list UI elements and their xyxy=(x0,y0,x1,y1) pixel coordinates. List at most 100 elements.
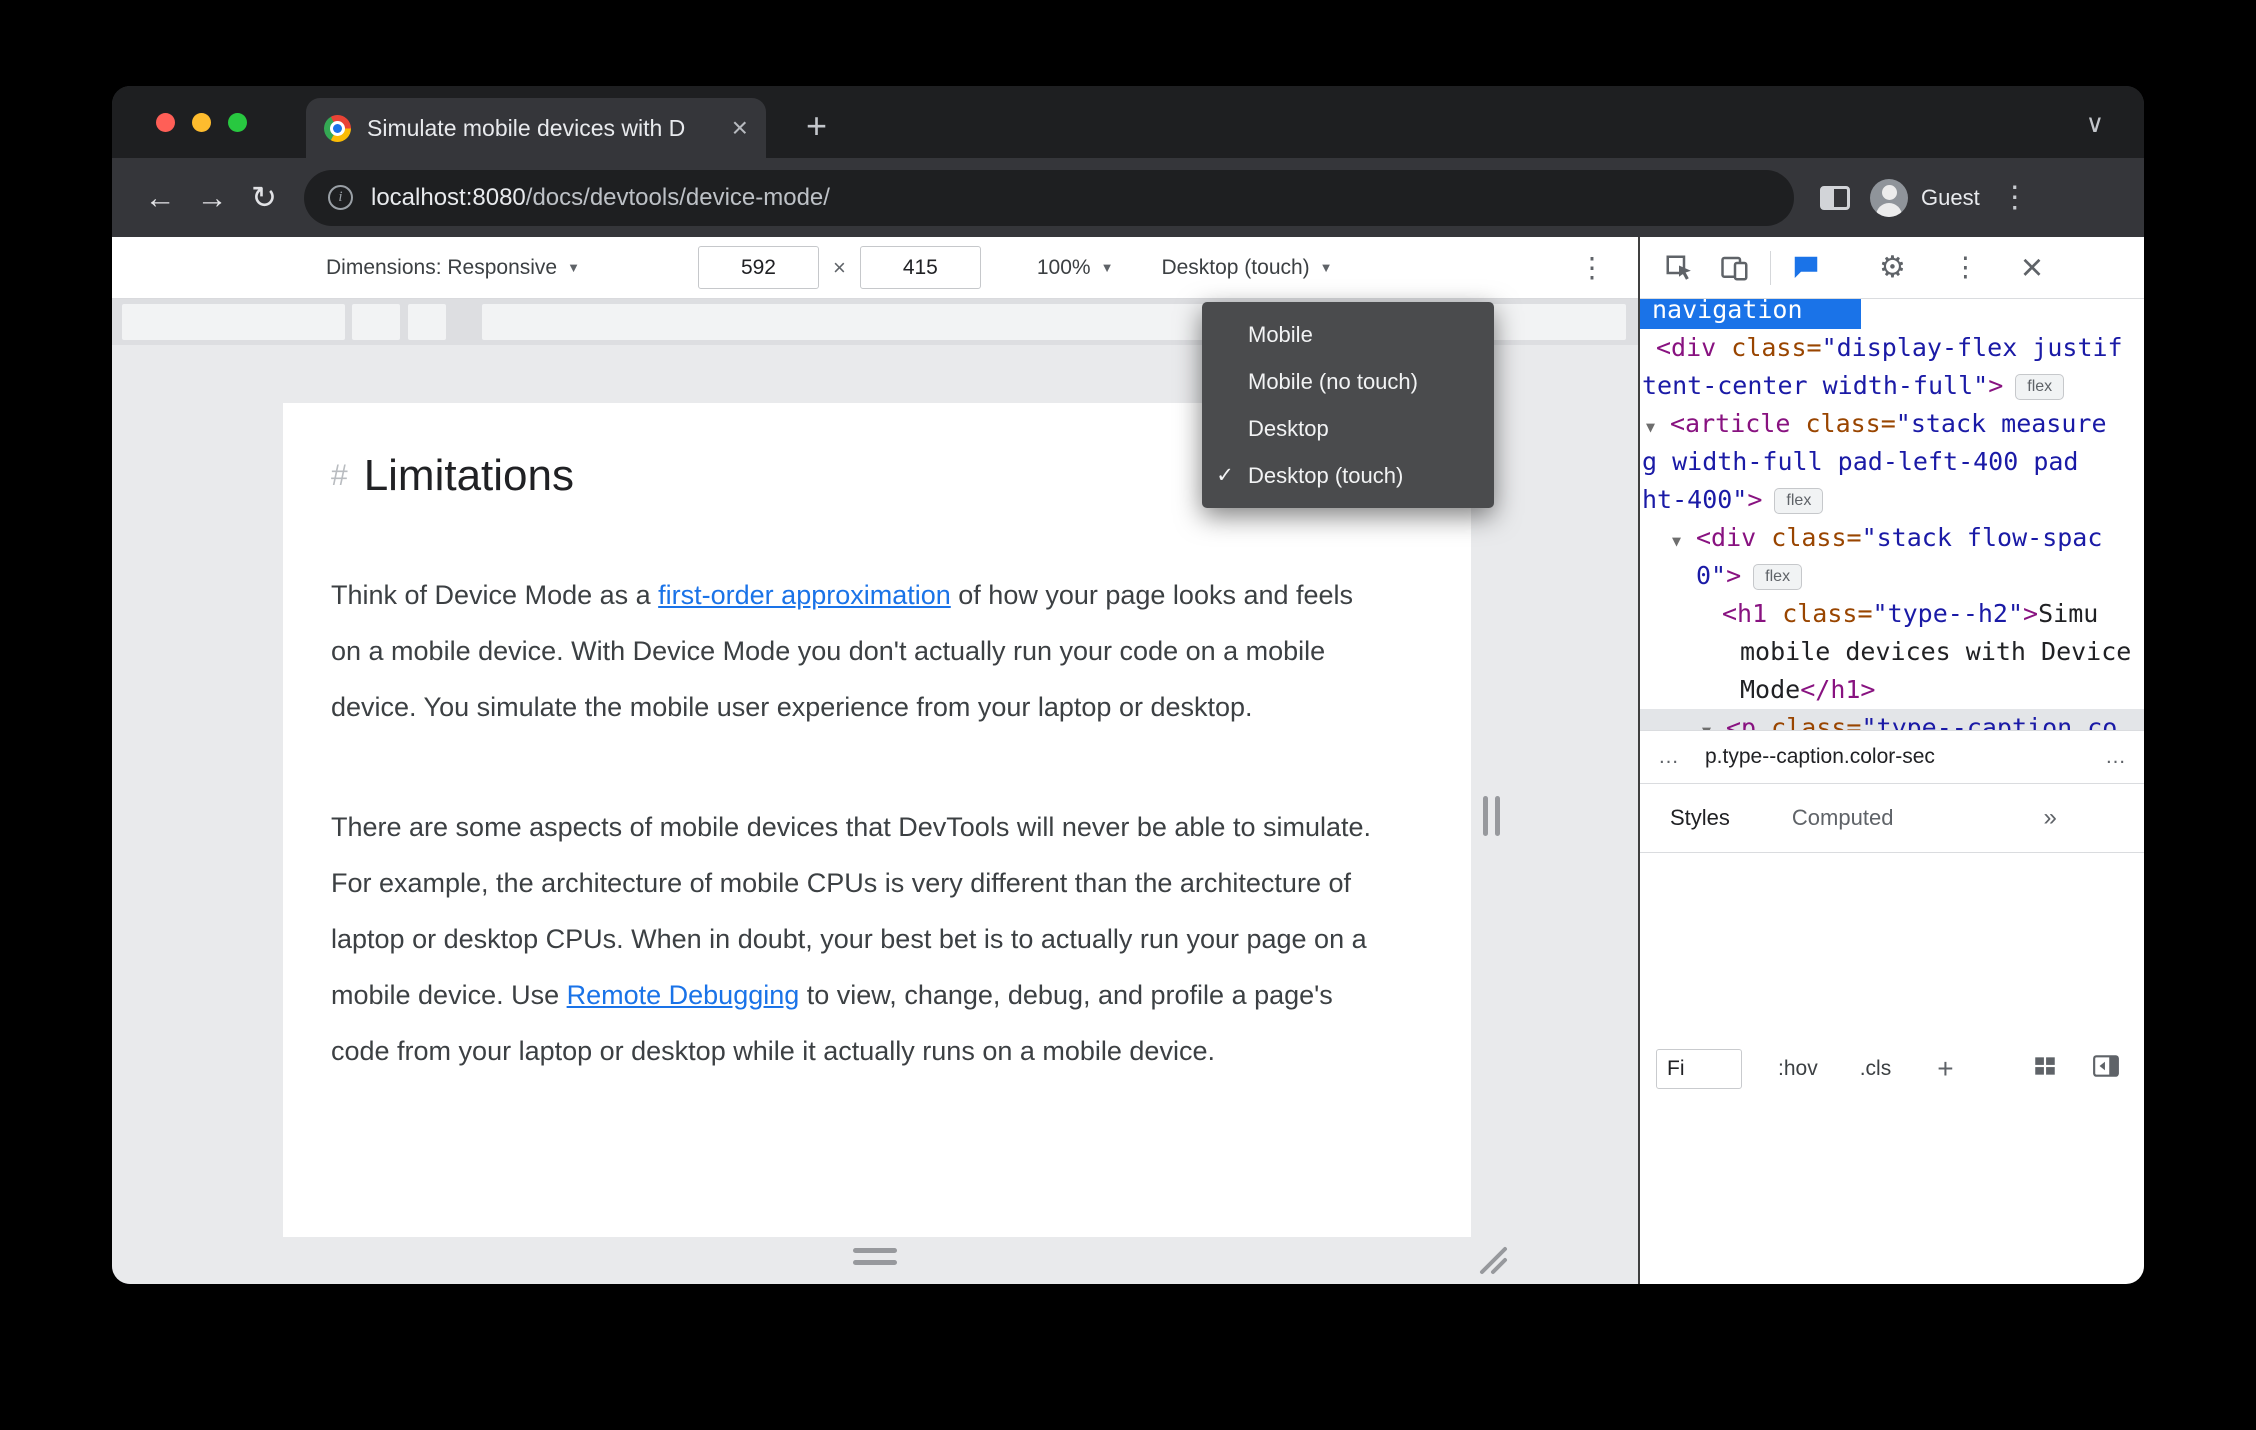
settings-gear-icon[interactable]: ⚙ xyxy=(1879,252,1906,283)
dom-tree-node[interactable]: <h1 class="type--h2">Simu xyxy=(1640,595,2144,633)
forward-button[interactable]: → xyxy=(186,180,238,216)
browser-menu-icon[interactable]: ⋮ xyxy=(2000,180,2030,215)
code-segment: ht-400" xyxy=(1642,485,1748,514)
tab-computed[interactable]: Computed xyxy=(1792,805,1894,831)
dimensions-times-separator: × xyxy=(832,254,846,280)
reload-button[interactable]: ↻ xyxy=(238,180,290,216)
device-menu-item-desktop-touch[interactable]: ✓ Desktop (touch) xyxy=(1202,452,1494,499)
styles-filter-input[interactable] xyxy=(1656,1048,1742,1089)
code-segment: class= xyxy=(1790,409,1896,438)
device-toolbar: Dimensions: Responsive ▼ × 100% ▼ Deskto… xyxy=(112,237,1638,299)
dom-tree-node[interactable]: 0"> flex xyxy=(1640,557,2144,595)
devtools-menu-icon[interactable]: ⋮ xyxy=(1952,254,1979,281)
expand-arrow-icon[interactable]: ▼ xyxy=(1702,712,1726,730)
flex-badge[interactable]: flex xyxy=(1753,564,1803,590)
viewport-height-resize-handle[interactable] xyxy=(853,1248,897,1265)
toggle-device-toolbar-icon[interactable] xyxy=(1720,253,1750,283)
profile-name: Guest xyxy=(1921,184,1980,210)
avatar xyxy=(1870,178,1908,217)
code-segment: mobile devices with Device xyxy=(1740,637,2132,666)
device-menu-item-label: Mobile xyxy=(1248,321,1313,347)
site-info-icon[interactable]: i xyxy=(328,185,353,210)
code-segment: > xyxy=(2023,599,2039,628)
zoom-window-button[interactable] xyxy=(228,113,247,132)
dom-tree-node[interactable]: ▼ <article class="stack measure xyxy=(1640,405,2144,443)
side-panel-icon[interactable] xyxy=(1820,185,1850,210)
viewport-width-resize-handle[interactable] xyxy=(1483,796,1500,836)
flex-badge[interactable]: flex xyxy=(2015,374,2065,400)
close-devtools-icon[interactable]: × xyxy=(2021,249,2043,287)
device-menu-item-desktop[interactable]: Desktop xyxy=(1202,405,1494,452)
dom-tree-node[interactable]: tent-center width-full"> flex xyxy=(1640,367,2144,405)
ruler-segment xyxy=(122,304,345,340)
tab-styles[interactable]: Styles xyxy=(1670,805,1730,831)
new-style-rule-button[interactable]: + xyxy=(1937,1053,1953,1085)
address-bar[interactable]: i localhost:8080/docs/devtools/device-mo… xyxy=(304,169,1794,226)
code-segment: "type--caption co xyxy=(1861,713,2118,730)
heading-anchor-hash[interactable]: # xyxy=(331,459,348,493)
dom-node-selected-partial[interactable]: navigation xyxy=(1640,299,2144,329)
chrome-logo-icon xyxy=(324,114,351,142)
paragraph: Think of Device Mode as a first-order ap… xyxy=(331,567,1371,735)
profile-chip[interactable]: Guest xyxy=(1870,178,1980,217)
close-tab-icon[interactable]: × xyxy=(732,114,748,142)
inspect-element-icon[interactable] xyxy=(1664,253,1694,283)
breadcrumb-selected-node[interactable]: p.type--caption.color-sec xyxy=(1705,745,1935,769)
element-classes-button[interactable]: .cls xyxy=(1860,1057,1892,1081)
url-host: localhost:8080 xyxy=(371,183,526,211)
dock-side-icon[interactable] xyxy=(2092,1053,2120,1085)
code-segment: class= xyxy=(1767,599,1873,628)
tab-title: Simulate mobile devices with D xyxy=(367,114,686,141)
code-segment: "type--h2" xyxy=(1872,599,2024,628)
dom-tree-node[interactable]: ▼ <div class="stack flow-spac xyxy=(1640,519,2144,557)
expand-arrow-icon[interactable]: ▼ xyxy=(1646,408,1670,443)
flex-badge[interactable]: flex xyxy=(1774,488,1824,514)
ruler-segment xyxy=(408,304,446,340)
device-type-select[interactable]: Desktop (touch) ▼ xyxy=(1161,256,1332,280)
styles-tab-bar: Styles Computed » xyxy=(1640,783,2144,852)
browser-tab[interactable]: Simulate mobile devices with D × xyxy=(306,98,766,158)
breadcrumb-overflow-left[interactable]: … xyxy=(1658,745,1679,769)
more-tabs-chevron-icon[interactable]: » xyxy=(2043,804,2056,832)
code-segment: class= xyxy=(1756,523,1862,552)
code-segment: > xyxy=(1726,561,1742,590)
dimensions-label: Dimensions: Responsive xyxy=(326,255,558,279)
console-messages-icon[interactable] xyxy=(1791,253,1821,283)
expand-arrow-icon[interactable]: ▼ xyxy=(1672,522,1696,557)
url-path: /docs/devtools/device-mode/ xyxy=(525,183,830,211)
device-menu-item-mobile-no-touch[interactable]: Mobile (no touch) xyxy=(1202,358,1494,405)
dom-tree-node[interactable]: Mode</h1> xyxy=(1640,671,2144,709)
device-menu-item-label: Desktop xyxy=(1248,415,1329,441)
doc-link[interactable]: Remote Debugging xyxy=(567,980,800,1010)
code-segment: <div xyxy=(1696,523,1757,552)
page-title: Limitations xyxy=(363,451,574,500)
minimize-window-button[interactable] xyxy=(192,113,211,132)
doc-text: Think of Device Mode as a xyxy=(331,580,659,610)
viewport-corner-resize-handle[interactable] xyxy=(1474,1241,1508,1280)
device-toolbar-more-icon[interactable]: ⋮ xyxy=(1578,251,1606,284)
zoom-select[interactable]: 100% ▼ xyxy=(1037,256,1114,280)
toggle-element-state-button[interactable]: :hov xyxy=(1778,1057,1818,1081)
width-input[interactable] xyxy=(697,246,819,289)
dom-tree-node[interactable]: g width-full pad-left-400 pad xyxy=(1640,443,2144,481)
doc-link[interactable]: first-order approximation xyxy=(658,580,951,610)
dom-tree-node[interactable]: <div class="display-flex justif xyxy=(1640,329,2144,367)
height-input[interactable] xyxy=(859,246,981,289)
dimensions-select[interactable]: Dimensions: Responsive ▼ xyxy=(326,256,580,280)
breadcrumb-overflow-right[interactable]: … xyxy=(2105,745,2126,769)
navigation-bar: ← → ↻ i localhost:8080/docs/devtools/dev… xyxy=(112,158,2144,237)
dom-tree-node[interactable]: ▼<p class="type--caption co xyxy=(1640,709,2144,730)
dom-tree-node[interactable]: mobile devices with Device xyxy=(1640,633,2144,671)
url-text: localhost:8080/docs/devtools/device-mode… xyxy=(371,184,830,212)
tab-overflow-chevron-icon[interactable]: ∨ xyxy=(2086,112,2104,137)
close-window-button[interactable] xyxy=(156,113,175,132)
code-segment: > xyxy=(1988,371,2004,400)
new-tab-button[interactable]: + xyxy=(806,108,827,144)
device-menu-item-mobile[interactable]: Mobile xyxy=(1202,311,1494,358)
dom-tree-node[interactable]: ht-400"> flex xyxy=(1640,481,2144,519)
code-segment: <p xyxy=(1726,713,1757,730)
grid-icon[interactable] xyxy=(2032,1053,2058,1085)
back-button[interactable]: ← xyxy=(134,180,186,216)
code-segment: tent-center width-full" xyxy=(1642,371,1989,400)
code-segment: navigation xyxy=(1640,299,1861,329)
